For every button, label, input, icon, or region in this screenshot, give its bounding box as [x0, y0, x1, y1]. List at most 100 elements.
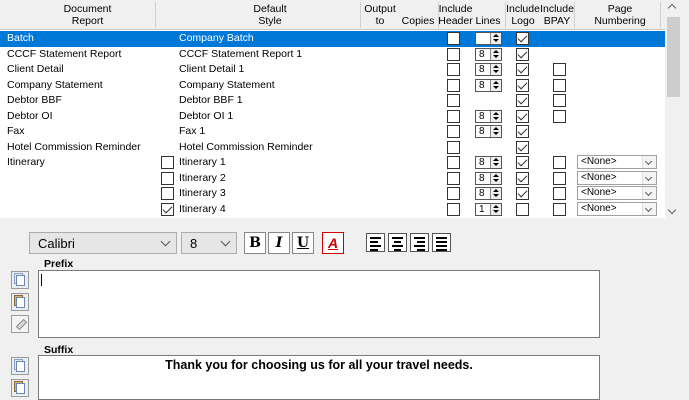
- align-right-button[interactable]: [410, 233, 429, 252]
- include-bpay-checkbox[interactable]: [553, 187, 566, 200]
- lines-spinner[interactable]: 8: [475, 47, 502, 61]
- lines-spinner[interactable]: 8: [475, 187, 502, 200]
- font-color-button[interactable]: A: [322, 232, 344, 254]
- column-header-default-style[interactable]: Default Style: [175, 3, 365, 27]
- page-numbering-select[interactable]: <None>: [577, 155, 657, 169]
- grid-vertical-scrollbar[interactable]: [665, 0, 682, 218]
- table-row[interactable]: Itinerary 3 8 <None>: [0, 186, 665, 202]
- table-row[interactable]: Fax Fax 1 8: [0, 124, 665, 140]
- include-header-checkbox[interactable]: [447, 125, 460, 138]
- prefix-copy-button[interactable]: [11, 271, 29, 289]
- include-logo-checkbox[interactable]: [516, 94, 529, 107]
- spinner-arrows-icon[interactable]: [490, 79, 501, 91]
- include-header-checkbox[interactable]: [447, 109, 460, 123]
- include-header-checkbox[interactable]: [447, 140, 460, 154]
- spinner-arrows-icon[interactable]: [490, 126, 501, 137]
- include-header-checkbox[interactable]: [447, 171, 460, 185]
- page-numbering-select[interactable]: <None>: [577, 201, 657, 216]
- include-logo-checkbox[interactable]: [516, 78, 529, 92]
- spinner-arrows-icon[interactable]: [490, 188, 501, 199]
- table-row[interactable]: Client Detail Client Detail 1 8: [0, 62, 665, 78]
- bold-button[interactable]: B: [244, 232, 266, 254]
- table-row[interactable]: Company Statement Company Statement 8: [0, 78, 665, 94]
- column-header-document-report[interactable]: Document Report: [40, 3, 135, 27]
- scroll-up-arrow-icon[interactable]: [667, 3, 677, 13]
- lines-spinner[interactable]: 8: [475, 171, 502, 185]
- column-header-lines[interactable]: Lines: [473, 15, 503, 27]
- prefix-paste-button[interactable]: [11, 293, 29, 311]
- underline-button[interactable]: U: [292, 232, 314, 254]
- spinner-arrows-icon[interactable]: [490, 203, 501, 215]
- include-logo-checkbox[interactable]: [516, 47, 529, 61]
- include-bpay-checkbox[interactable]: [553, 109, 566, 123]
- table-row[interactable]: Debtor OI Debtor OI 1 8: [0, 109, 665, 125]
- column-header-copies[interactable]: Copies: [398, 15, 438, 27]
- style-checkbox[interactable]: [161, 156, 174, 169]
- spinner-arrows-icon[interactable]: [490, 33, 501, 44]
- include-bpay-checkbox[interactable]: [553, 63, 566, 76]
- lines-spinner[interactable]: 8: [475, 109, 502, 123]
- include-logo-checkbox[interactable]: [516, 140, 529, 154]
- include-header-checkbox[interactable]: [447, 47, 460, 61]
- include-bpay-checkbox[interactable]: [553, 78, 566, 92]
- spinner-arrows-icon[interactable]: [490, 157, 501, 168]
- suffix-textbox[interactable]: Thank you for choosing us for all your t…: [38, 355, 600, 400]
- scrollbar-thumb[interactable]: [667, 17, 680, 97]
- column-header-include-logo[interactable]: Include Logo: [506, 3, 540, 27]
- include-logo-checkbox[interactable]: [516, 202, 529, 216]
- spinner-arrows-icon[interactable]: [490, 64, 501, 75]
- table-row[interactable]: Batch Company Batch 8: [0, 31, 665, 47]
- include-logo-checkbox[interactable]: [516, 125, 529, 138]
- font-size-select[interactable]: 8: [181, 232, 237, 254]
- suffix-paste-button[interactable]: [11, 379, 29, 397]
- page-numbering-select[interactable]: <None>: [577, 170, 657, 185]
- style-checkbox[interactable]: [161, 187, 174, 200]
- include-bpay-checkbox[interactable]: [553, 202, 566, 216]
- style-checkbox[interactable]: [161, 171, 174, 185]
- style-checkbox[interactable]: [161, 202, 174, 216]
- lines-spinner[interactable]: 8: [475, 63, 502, 76]
- column-header-page-numbering[interactable]: Page Numbering: [580, 3, 660, 27]
- include-header-checkbox[interactable]: [447, 202, 460, 216]
- page-numbering-select[interactable]: <None>: [577, 186, 657, 200]
- include-logo-checkbox[interactable]: [516, 32, 529, 45]
- spinner-arrows-icon[interactable]: [490, 48, 501, 60]
- scroll-down-arrow-icon[interactable]: [667, 205, 677, 215]
- include-logo-checkbox[interactable]: [516, 156, 529, 169]
- table-row[interactable]: Itinerary 4 1 <None>: [0, 201, 665, 218]
- align-justify-button[interactable]: [432, 233, 451, 252]
- italic-button[interactable]: I: [268, 232, 290, 254]
- include-header-checkbox[interactable]: [447, 32, 460, 45]
- prefix-textbox[interactable]: [38, 270, 600, 338]
- align-left-button[interactable]: [366, 233, 385, 252]
- spinner-arrows-icon[interactable]: [490, 172, 501, 184]
- column-header-output-to[interactable]: Output to: [362, 3, 398, 27]
- include-logo-checkbox[interactable]: [516, 63, 529, 76]
- include-logo-checkbox[interactable]: [516, 109, 529, 123]
- include-logo-checkbox[interactable]: [516, 171, 529, 185]
- spinner-arrows-icon[interactable]: [490, 110, 501, 122]
- lines-spinner[interactable]: 8: [475, 32, 502, 45]
- column-header-include-bpay[interactable]: Include BPAY: [540, 3, 574, 27]
- table-row[interactable]: Hotel Commission Reminder Hotel Commissio…: [0, 140, 665, 156]
- include-bpay-checkbox[interactable]: [553, 156, 566, 169]
- include-header-checkbox[interactable]: [447, 187, 460, 200]
- include-header-checkbox[interactable]: [447, 156, 460, 169]
- table-row[interactable]: Itinerary 2 8 <None>: [0, 170, 665, 187]
- include-header-checkbox[interactable]: [447, 78, 460, 92]
- align-center-button[interactable]: [388, 233, 407, 252]
- lines-spinner[interactable]: 1: [475, 202, 502, 216]
- include-logo-checkbox[interactable]: [516, 187, 529, 200]
- include-header-checkbox[interactable]: [447, 63, 460, 76]
- table-row[interactable]: Itinerary Itinerary 1 8 <None>: [0, 155, 665, 171]
- column-header-include-header[interactable]: Include Header: [438, 3, 473, 27]
- table-row[interactable]: Debtor BBF Debtor BBF 1: [0, 93, 665, 109]
- suffix-copy-button[interactable]: [11, 357, 29, 375]
- prefix-clear-button[interactable]: [11, 315, 29, 333]
- include-bpay-checkbox[interactable]: [553, 171, 566, 185]
- lines-spinner[interactable]: 8: [475, 125, 502, 138]
- include-header-checkbox[interactable]: [447, 94, 460, 107]
- font-family-select[interactable]: Calibri: [29, 232, 177, 254]
- lines-spinner[interactable]: 8: [475, 78, 502, 92]
- table-row[interactable]: CCCF Statement Report CCCF Statement Repo…: [0, 47, 665, 63]
